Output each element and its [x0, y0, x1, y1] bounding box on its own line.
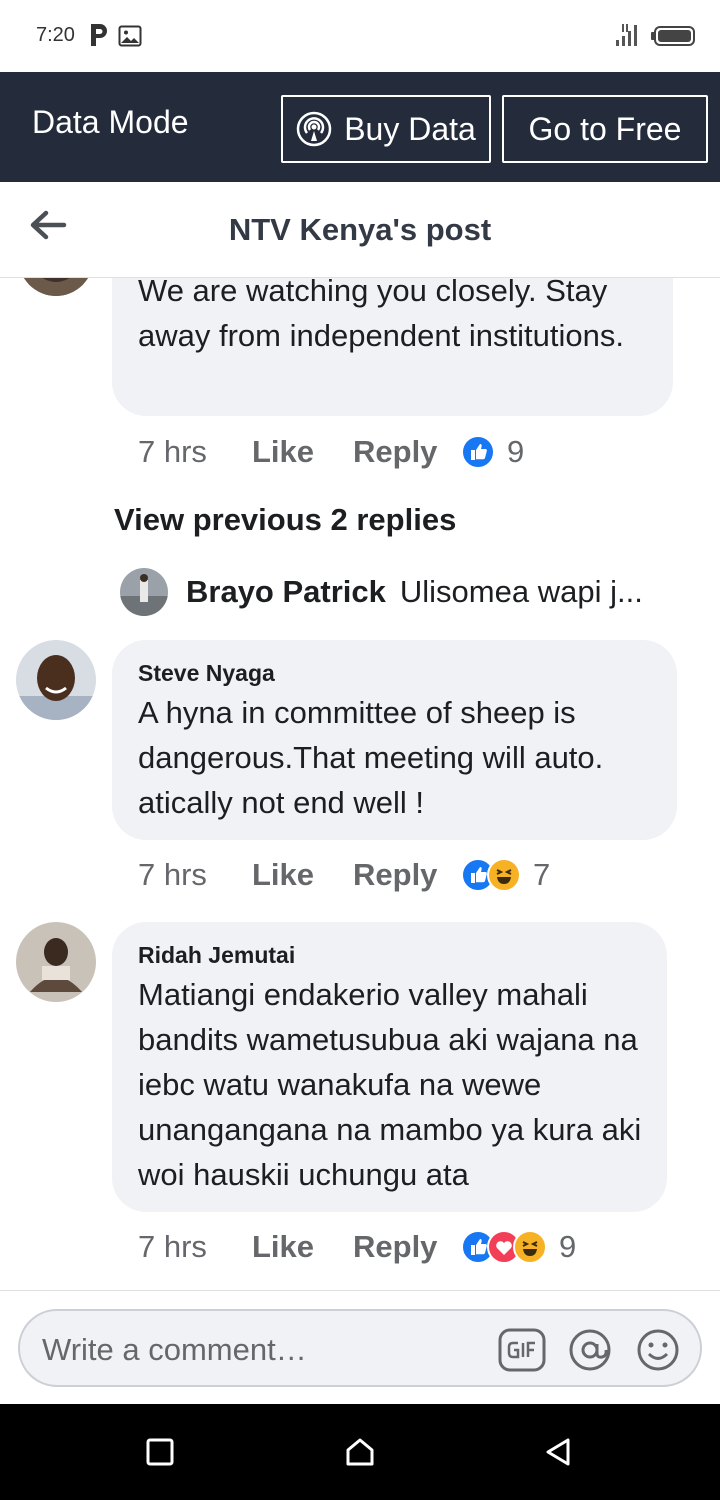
like-button[interactable]: Like	[252, 434, 353, 470]
broadcast-icon	[296, 111, 332, 147]
comment-text: We are watching you closely. Stay away f…	[138, 278, 624, 353]
data-mode-label: Data Mode	[32, 104, 189, 140]
comment-composer: Write a comment…	[0, 1290, 720, 1404]
avatar-photo	[18, 278, 94, 296]
reaction-count: 7	[533, 857, 551, 892]
avatar-photo	[16, 640, 96, 720]
reactions[interactable]	[461, 1230, 547, 1264]
comment-placeholder: Write a comment…	[42, 1332, 307, 1367]
avatar[interactable]	[18, 278, 94, 296]
comment-time: 7 hrs	[138, 1229, 207, 1264]
comment-actions: 7 hrs Like Reply 9	[138, 432, 524, 472]
status-bar: 7:20	[0, 0, 720, 72]
comment-author[interactable]: Steve Nyaga	[138, 660, 275, 687]
reply-snippet: Ulisomea wapi j...	[399, 574, 643, 609]
reply-button[interactable]: Reply	[353, 1229, 461, 1265]
home-icon[interactable]	[344, 1436, 376, 1468]
comments-list[interactable]: We are watching you closely. Stay away f…	[0, 278, 720, 1290]
comment-time: 7 hrs	[138, 857, 207, 892]
reactions[interactable]	[461, 858, 521, 892]
like-button[interactable]: Like	[252, 1229, 353, 1265]
like-reaction-icon	[461, 435, 495, 469]
haha-reaction-icon	[487, 858, 521, 892]
parking-p-icon	[91, 24, 107, 46]
haha-reaction-icon	[513, 1230, 547, 1264]
mention-icon[interactable]	[566, 1328, 614, 1372]
buy-data-button[interactable]: Buy Data	[281, 95, 491, 163]
reactions[interactable]	[461, 435, 495, 469]
comment-actions: 7 hrs Like Reply 7	[138, 855, 550, 895]
recents-square-icon[interactable]	[144, 1436, 176, 1468]
comment-text: A hyna in committee of sheep is dangerou…	[138, 695, 604, 820]
battery-icon	[651, 26, 695, 46]
go-to-free-button[interactable]: Go to Free	[502, 95, 708, 163]
comment-bubble[interactable]: We are watching you closely. Stay away f…	[112, 278, 673, 416]
image-icon	[118, 25, 142, 47]
status-time: 7:20	[36, 24, 75, 46]
signal-icon	[616, 24, 637, 46]
comment-input[interactable]: Write a comment…	[18, 1309, 702, 1387]
view-previous-replies-link[interactable]: View previous 2 replies	[114, 502, 456, 538]
comment-actions: 7 hrs Like Reply 9	[138, 1227, 576, 1267]
buy-data-label: Buy Data	[344, 110, 476, 147]
reaction-count: 9	[559, 1229, 577, 1264]
reply-author[interactable]: Brayo Patrick	[186, 574, 386, 610]
comment-bubble[interactable]: Steve Nyaga A hyna in committee of sheep…	[112, 640, 677, 840]
back-triangle-icon[interactable]	[542, 1436, 574, 1468]
reaction-count: 9	[507, 434, 525, 469]
gif-icon[interactable]	[498, 1328, 546, 1372]
comment-author[interactable]: Ridah Jemutai	[138, 942, 295, 969]
like-button[interactable]: Like	[252, 857, 353, 893]
comment-bubble[interactable]: Ridah Jemutai Matiangi endakerio valley …	[112, 922, 667, 1212]
reply-preview[interactable]: Brayo Patrick Ulisomea wapi j...	[120, 568, 680, 616]
go-to-free-label: Go to Free	[528, 110, 682, 147]
post-header: NTV Kenya's post	[0, 182, 720, 278]
avatar	[120, 568, 168, 616]
emoji-icon[interactable]	[634, 1328, 682, 1372]
reply-button[interactable]: Reply	[353, 857, 461, 893]
reply-button[interactable]: Reply	[353, 434, 461, 470]
comment-text: Matiangi endakerio valley mahali bandits…	[138, 977, 642, 1192]
data-mode-bar: Data Mode Buy Data Go to Free	[0, 72, 720, 182]
avatar[interactable]	[16, 640, 96, 720]
system-navigation-bar	[0, 1404, 720, 1500]
comment-time: 7 hrs	[138, 434, 207, 469]
avatar[interactable]	[16, 922, 96, 1002]
avatar-photo	[120, 568, 168, 616]
avatar-photo	[16, 922, 96, 1002]
page-title: NTV Kenya's post	[228, 212, 492, 247]
